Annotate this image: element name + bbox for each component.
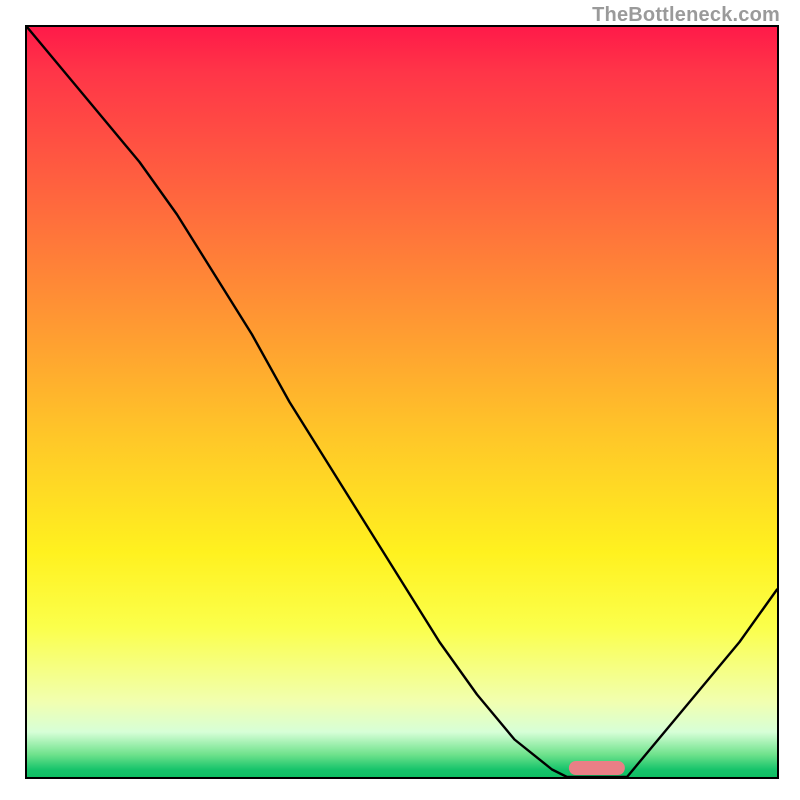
chart-frame: TheBottleneck.com — [0, 0, 800, 800]
bottleneck-curve — [27, 27, 777, 777]
watermark-text: TheBottleneck.com — [592, 4, 780, 27]
optimum-marker — [569, 761, 625, 775]
curve-path — [27, 27, 777, 777]
plot-area — [25, 25, 779, 779]
